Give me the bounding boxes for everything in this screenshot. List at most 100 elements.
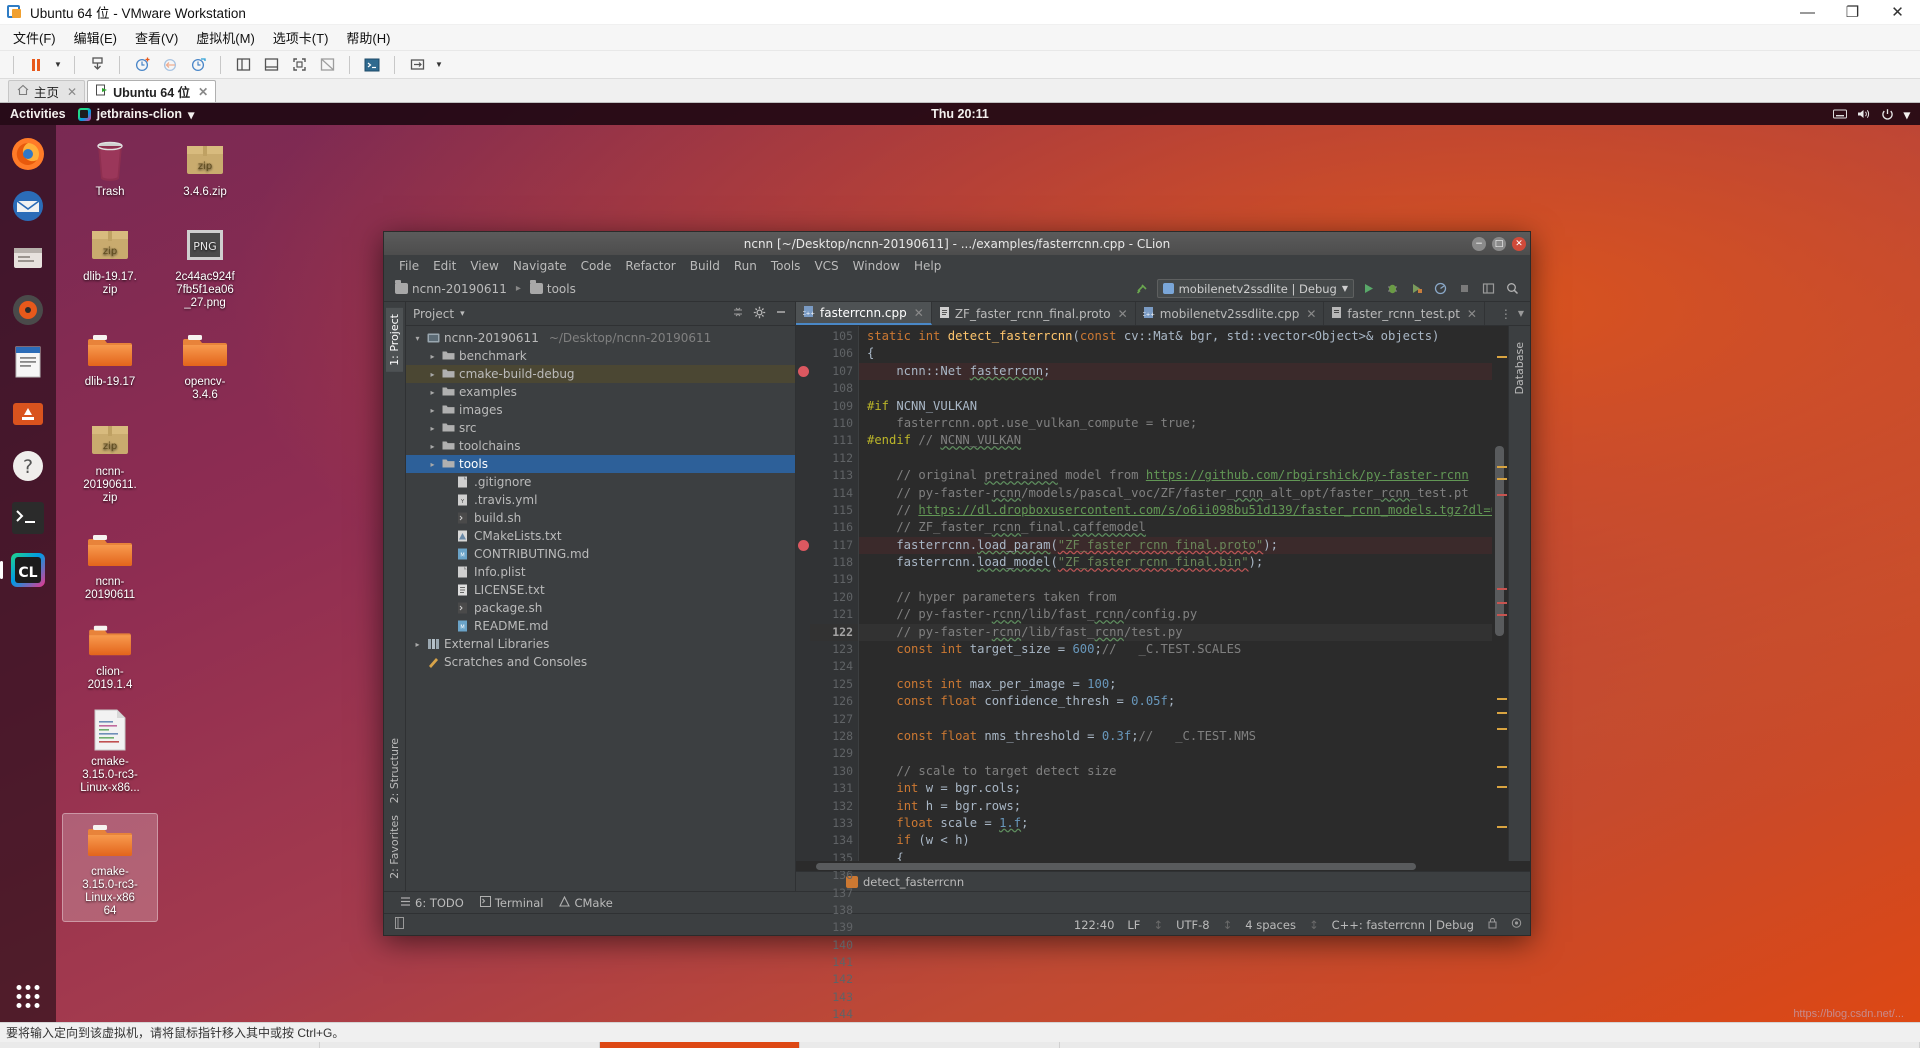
line-number[interactable]: 129	[810, 745, 858, 762]
activities-button[interactable]: Activities	[0, 107, 78, 121]
line-number[interactable]: 121	[810, 606, 858, 623]
code-line[interactable]	[859, 745, 1492, 762]
code-line[interactable]: ncnn::Net fasterrcnn;	[859, 363, 1492, 380]
code-line[interactable]	[859, 571, 1492, 588]
line-number[interactable]: 112	[810, 450, 858, 467]
code-line[interactable]: #endif // NCNN_VULKAN	[859, 432, 1492, 449]
editor-horizontal-scrollbar[interactable]	[796, 861, 1530, 871]
chevron-right-icon[interactable]: ▸	[427, 442, 438, 451]
line-number[interactable]: 113	[810, 467, 858, 484]
clock[interactable]: Thu 20:11	[931, 107, 989, 121]
line-number[interactable]: 132	[810, 798, 858, 815]
line-number[interactable]: 115	[810, 502, 858, 519]
vm-tab-home[interactable]: 主页 ✕	[8, 80, 85, 102]
clion-minimize-button[interactable]: −	[1472, 237, 1486, 251]
line-number[interactable]: 116	[810, 519, 858, 536]
project-tree-row[interactable]: LICENSE.txt	[406, 581, 795, 599]
stretch-guest-icon[interactable]	[404, 53, 430, 77]
chevron-right-icon[interactable]: ▸	[427, 370, 438, 379]
code-line[interactable]: fasterrcnn.load_param("ZF_faster_rcnn_fi…	[859, 537, 1492, 554]
dock-item-files[interactable]	[7, 237, 49, 279]
project-tree-row[interactable]: Scratches and Consoles	[406, 653, 795, 671]
code-line[interactable]	[859, 450, 1492, 467]
menu-view[interactable]: 查看(V)	[126, 25, 187, 50]
chevron-right-icon[interactable]: ▸	[427, 424, 438, 433]
suspend-button[interactable]	[23, 53, 49, 77]
scrollbar-thumb[interactable]	[816, 863, 1416, 870]
chevron-right-icon[interactable]: ▸	[427, 460, 438, 469]
tool-button-todo[interactable]: 6: TODO	[400, 896, 464, 910]
snapshot-manager-icon[interactable]	[185, 53, 211, 77]
line-number[interactable]: 125	[810, 676, 858, 693]
dock-item-libreoffice-writer[interactable]	[7, 341, 49, 383]
menu-tabs[interactable]: 选项卡(T)	[264, 25, 338, 50]
dock-item-firefox[interactable]	[7, 133, 49, 175]
project-tree-row[interactable]: ▸src	[406, 419, 795, 437]
chevron-down-icon[interactable]: ▾	[412, 334, 423, 343]
tool-tab-favorites[interactable]: 2: Favorites	[386, 809, 403, 885]
line-number[interactable]: 120	[810, 589, 858, 606]
line-number[interactable]: 127	[810, 711, 858, 728]
desktop-icon-trash[interactable]: Trash	[62, 133, 158, 203]
error-stripe-mark[interactable]	[1497, 614, 1507, 616]
menu-file[interactable]: 文件(F)	[4, 25, 65, 50]
clion-close-button[interactable]: ✕	[1512, 237, 1526, 251]
dock-item-rhythmbox[interactable]	[7, 289, 49, 331]
editor-tab-actions[interactable]: ⋮ ▼	[1494, 302, 1530, 325]
chevron-right-icon[interactable]: ▸	[427, 352, 438, 361]
hide-toolwindows-icon[interactable]	[394, 917, 405, 932]
line-number[interactable]: 139	[810, 919, 858, 936]
vmware-maximize-button[interactable]: ❐	[1830, 0, 1875, 25]
code-line[interactable]: const float confidence_thresh = 0.05f;	[859, 693, 1492, 710]
desktop-icon-cmake-targz[interactable]: cmake- 3.15.0-rc3- Linux-x86...	[62, 703, 158, 799]
error-stripe-mark[interactable]	[1497, 766, 1507, 768]
code-line[interactable]: int h = bgr.rows;	[859, 798, 1492, 815]
error-stripe-mark[interactable]	[1497, 494, 1507, 496]
error-stripe-mark[interactable]	[1497, 466, 1507, 468]
error-stripe-mark[interactable]	[1497, 712, 1507, 714]
line-number[interactable]: 117	[810, 537, 858, 554]
desktop-icon-ncnn-folder[interactable]: ncnn- 20190611	[62, 523, 158, 606]
line-number[interactable]: 134	[810, 832, 858, 849]
code-line[interactable]: const int target_size = 600;// _C.TEST.S…	[859, 641, 1492, 658]
code-line[interactable]: // hyper parameters taken from	[859, 589, 1492, 606]
code-line[interactable]: // ZF_faster_rcnn_final.caffemodel	[859, 519, 1492, 536]
lock-icon[interactable]	[1487, 917, 1498, 932]
unity-mode-icon[interactable]	[314, 53, 340, 77]
code-line[interactable]	[859, 658, 1492, 675]
line-separator-caret[interactable]: ↕	[1153, 918, 1163, 932]
show-library-icon[interactable]	[230, 53, 256, 77]
line-number[interactable]: 144	[810, 1006, 858, 1022]
error-stripe-mark[interactable]	[1497, 356, 1507, 358]
vmware-minimize-button[interactable]: —	[1785, 0, 1830, 25]
line-number[interactable]: 110	[810, 415, 858, 432]
editor-line-number-gutter[interactable]: 1051061071081091101111121131141151161171…	[810, 326, 858, 861]
line-number[interactable]: 122	[810, 624, 858, 641]
project-tree-row[interactable]: package.sh	[406, 599, 795, 617]
revert-snapshot-icon[interactable]	[157, 53, 183, 77]
clion-menu-code[interactable]: Code	[574, 257, 619, 275]
code-line[interactable]	[859, 711, 1492, 728]
error-stripe-mark[interactable]	[1497, 478, 1507, 480]
editor-tab-fasterrcnn-cpp[interactable]: C++ fasterrcnn.cpp ✕	[796, 302, 932, 325]
profile-icon[interactable]	[1431, 279, 1450, 298]
breadcrumb-tools[interactable]: tools	[527, 281, 579, 297]
full-screen-icon[interactable]	[286, 53, 312, 77]
line-number[interactable]: 114	[810, 485, 858, 502]
error-stripe-mark[interactable]	[1497, 728, 1507, 730]
project-tree-row[interactable]: ▸External Libraries	[406, 635, 795, 653]
clion-menu-edit[interactable]: Edit	[426, 257, 463, 275]
line-number[interactable]: 140	[810, 937, 858, 954]
code-line[interactable]: static int detect_fasterrcnn(const cv::M…	[859, 328, 1492, 345]
clion-menu-navigate[interactable]: Navigate	[506, 257, 574, 275]
editor-tab-pt[interactable]: faster_rcnn_test.pt ✕	[1324, 302, 1485, 325]
dock-item-software[interactable]	[7, 393, 49, 435]
desktop-icon-opencv-folder[interactable]: opencv- 3.4.6	[157, 323, 253, 406]
hide-icon[interactable]	[775, 306, 787, 321]
code-line[interactable]: fasterrcnn.load_model("ZF_faster_rcnn_fi…	[859, 554, 1492, 571]
clion-maximize-button[interactable]: □	[1492, 237, 1506, 251]
project-tree-row[interactable]: MCONTRIBUTING.md	[406, 545, 795, 563]
chevron-down-icon[interactable]: ▼	[1518, 309, 1524, 318]
code-line[interactable]: {	[859, 345, 1492, 362]
code-line[interactable]: #if NCNN_VULKAN	[859, 398, 1492, 415]
